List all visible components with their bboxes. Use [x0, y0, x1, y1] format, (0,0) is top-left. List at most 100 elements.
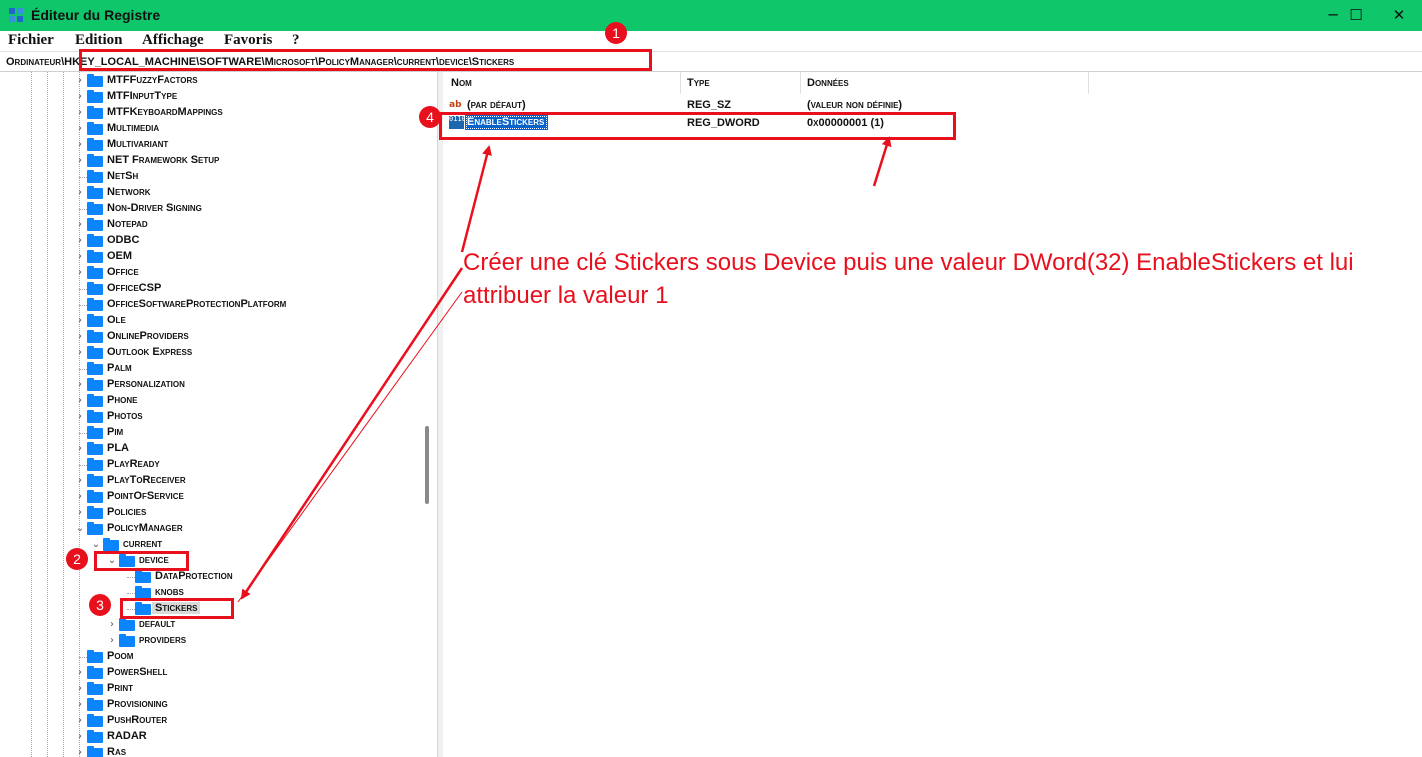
menu-fichier[interactable]: Fichier — [8, 32, 54, 49]
expand-chevron-icon[interactable]: › — [75, 89, 85, 105]
expand-chevron-icon[interactable]: › — [75, 409, 85, 425]
folder-icon — [87, 522, 103, 535]
tree-item-ras[interactable]: › Ras — [0, 745, 420, 757]
tree-item-radar[interactable]: › RADAR — [0, 729, 420, 745]
tree-item-playtoreceiver[interactable]: › PlayToReceiver — [0, 473, 420, 489]
expand-chevron-icon[interactable]: › — [75, 713, 85, 729]
tree-item-policies[interactable]: › Policies — [0, 505, 420, 521]
values-list-pane[interactable]: Nom Type Données ab (par défaut) REG_SZ … — [443, 72, 1422, 757]
tree-item-powershell[interactable]: › PowerShell — [0, 665, 420, 681]
tree-item-multivariant[interactable]: › Multivariant — [0, 137, 420, 153]
tree-item-label: Provisioning — [107, 698, 168, 710]
expand-chevron-icon[interactable]: › — [75, 473, 85, 489]
column-separator[interactable] — [680, 72, 681, 94]
tree-item-provisioning[interactable]: › Provisioning — [0, 697, 420, 713]
column-separator[interactable] — [800, 72, 801, 94]
expand-chevron-icon[interactable]: › — [75, 153, 85, 169]
expand-chevron-icon[interactable]: › — [75, 185, 85, 201]
expand-chevron-icon[interactable]: › — [75, 745, 85, 757]
tree-item-label: OEM — [107, 250, 133, 262]
tree-item-providers[interactable]: › providers — [0, 633, 420, 649]
tree-item-dataprotection[interactable]: DataProtection — [0, 569, 420, 585]
collapse-chevron-icon[interactable]: ⌄ — [75, 521, 85, 537]
expand-chevron-icon[interactable]: › — [75, 137, 85, 153]
tree-item-device[interactable]: ⌄ device — [0, 553, 420, 569]
expand-chevron-icon[interactable]: › — [75, 233, 85, 249]
expand-chevron-icon[interactable]: › — [75, 217, 85, 233]
expand-chevron-icon[interactable]: › — [75, 73, 85, 89]
tree-item-office[interactable]: › Office — [0, 265, 420, 281]
menu-edition[interactable]: Edition — [75, 32, 123, 49]
expand-chevron-icon[interactable]: › — [75, 329, 85, 345]
tree-item-network[interactable]: › Network — [0, 185, 420, 201]
expand-chevron-icon[interactable]: › — [75, 729, 85, 745]
maximize-button[interactable]: ☐ — [1333, 0, 1379, 31]
menu-favoris[interactable]: Favoris — [224, 32, 272, 49]
expand-chevron-icon[interactable]: › — [75, 505, 85, 521]
tree-item-policymanager[interactable]: ⌄ PolicyManager — [0, 521, 420, 537]
value-type: REG_SZ — [687, 99, 732, 111]
column-separator[interactable] — [1088, 72, 1089, 94]
expand-chevron-icon[interactable]: › — [75, 697, 85, 713]
tree-item-pushrouter[interactable]: › PushRouter — [0, 713, 420, 729]
tree-item-outlook-express[interactable]: › Outlook Express — [0, 345, 420, 361]
expand-chevron-icon[interactable]: › — [75, 441, 85, 457]
expand-chevron-icon[interactable]: › — [75, 393, 85, 409]
tree-item-default[interactable]: › default — [0, 617, 420, 633]
folder-icon — [87, 458, 103, 471]
tree-item-ole[interactable]: › Ole — [0, 313, 420, 329]
tree-item-officecsp[interactable]: OfficeCSP — [0, 281, 420, 297]
close-button[interactable]: ✕ — [1376, 0, 1422, 31]
tree-item-palm[interactable]: Palm — [0, 361, 420, 377]
tree-item-photos[interactable]: › Photos — [0, 409, 420, 425]
tree-scrollbar-thumb[interactable] — [425, 426, 429, 504]
tree-item-mtfinputtype[interactable]: › MTFInputType — [0, 89, 420, 105]
menu-help[interactable]: ? — [292, 32, 300, 49]
tree-item-label: Network — [107, 186, 151, 198]
tree-item-pointofservice[interactable]: › PointOfService — [0, 489, 420, 505]
tree-item-non-driver-signing[interactable]: Non-Driver Signing — [0, 201, 420, 217]
expand-chevron-icon[interactable]: › — [75, 377, 85, 393]
expand-chevron-icon[interactable]: › — [75, 121, 85, 137]
menu-affichage[interactable]: Affichage — [142, 32, 204, 49]
expand-chevron-icon[interactable]: › — [75, 313, 85, 329]
expand-chevron-icon[interactable]: › — [75, 345, 85, 361]
tree-item-playready[interactable]: PlayReady — [0, 457, 420, 473]
tree-item-phone[interactable]: › Phone — [0, 393, 420, 409]
expand-chevron-icon[interactable]: › — [107, 633, 117, 649]
expand-chevron-icon[interactable]: › — [75, 265, 85, 281]
step-badge-2: 2 — [66, 548, 88, 570]
tree-connector — [79, 657, 87, 658]
expand-chevron-icon[interactable]: › — [75, 489, 85, 505]
tree-item-officesoftwareprotectionplatform[interactable]: OfficeSoftwareProtectionPlatform — [0, 297, 420, 313]
tree-item-netsh[interactable]: NetSh — [0, 169, 420, 185]
tree-connector — [79, 305, 87, 306]
expand-chevron-icon[interactable]: › — [75, 665, 85, 681]
tree-item-odbc[interactable]: › ODBC — [0, 233, 420, 249]
column-header-data[interactable]: Données — [807, 77, 849, 89]
tree-item-label: Multimedia — [107, 122, 160, 134]
tree-item-pim[interactable]: Pim — [0, 425, 420, 441]
tree-item-onlineproviders[interactable]: › OnlineProviders — [0, 329, 420, 345]
tree-item-pla[interactable]: › PLA — [0, 441, 420, 457]
tree-item-current[interactable]: ⌄ current — [0, 537, 420, 553]
expand-chevron-icon[interactable]: › — [107, 617, 117, 633]
folder-icon — [87, 282, 103, 295]
expand-chevron-icon[interactable]: › — [75, 105, 85, 121]
tree-item-print[interactable]: › Print — [0, 681, 420, 697]
key-tree-pane[interactable]: › MTFFuzzyFactors › MTFInputType › MTFKeyboar… — [0, 72, 437, 757]
tree-item-personalization[interactable]: › Personalization — [0, 377, 420, 393]
tree-item-net-framework-setup[interactable]: › NET Framework Setup — [0, 153, 420, 169]
expand-chevron-icon[interactable]: › — [75, 249, 85, 265]
tree-item-poom[interactable]: Poom — [0, 649, 420, 665]
tree-item-mtfkeyboardmappings[interactable]: › MTFKeyboardMappings — [0, 105, 420, 121]
expand-chevron-icon[interactable]: › — [75, 681, 85, 697]
tree-item-oem[interactable]: › OEM — [0, 249, 420, 265]
column-header-type[interactable]: Type — [687, 77, 710, 89]
column-header-name[interactable]: Nom — [451, 77, 472, 89]
step-badge-3: 3 — [89, 594, 111, 616]
tree-item-notepad[interactable]: › Notepad — [0, 217, 420, 233]
tree-item-mtffuzzyfactors[interactable]: › MTFFuzzyFactors — [0, 73, 420, 89]
tree-item-multimedia[interactable]: › Multimedia — [0, 121, 420, 137]
tree-item-label: default — [139, 618, 176, 630]
